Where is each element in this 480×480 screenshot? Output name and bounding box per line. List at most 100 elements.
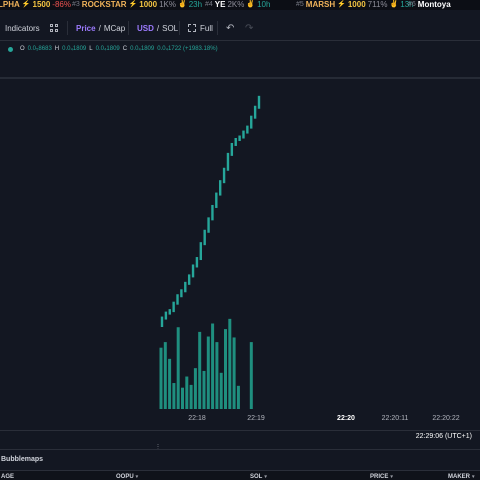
column-header-label: AGE [1,474,15,480]
volume-bar [193,368,197,409]
redo-button[interactable]: ↷ [245,16,253,40]
volume-bar [232,337,236,409]
candle [250,115,253,129]
sol-option[interactable]: SOL [162,24,178,33]
usd-option[interactable]: USD [137,24,154,33]
column-header-label: SOL [250,474,263,480]
trades-table-header: AGE OOPU ▾ SOL ▾ PRICE ▾ MAKER ▾ [0,470,480,480]
ticker-age: 10h [257,0,271,9]
candle [257,95,261,109]
indicators-label: Indicators [5,23,40,33]
candle [164,311,168,320]
candle [207,217,210,233]
chart-toolbar: Indicators Price / MCap USD / SOL Full ↶… [0,16,480,40]
currency-separator: / [156,23,160,33]
ticker-change: 711% [367,0,388,9]
price-option[interactable]: Price [76,24,96,33]
trending-ticker: LPHA ⚡ 1500 -86% #3 ROCKSTAR ⚡ 1000 1K% ✌ 23h #4 YE 2… [0,0,480,10]
volume-bar [176,327,180,409]
candle [215,192,218,208]
indicators-button[interactable]: Indicators [5,16,40,40]
candle [203,229,206,246]
ticker-name: MARSH [305,0,336,9]
candle [219,180,222,196]
ticker-name: ROCKSTAR [81,0,127,9]
sort-caret-icon: ▾ [264,474,267,480]
time-tick-label: 22:19 [247,415,265,422]
hand-icon: ✌ [246,1,256,8]
volume-bar [185,376,189,409]
candle [242,130,245,139]
volume-bar [159,347,163,409]
column-header[interactable]: SOL ▾ [250,474,267,480]
volume-bar [249,342,253,409]
candle [160,316,164,327]
price-chart[interactable] [0,41,480,409]
volume-bar [236,385,240,409]
column-header[interactable]: MAKER ▾ [448,474,475,480]
currency-toggle[interactable]: USD / SOL [137,16,178,40]
ticker-change: -86% [52,0,71,9]
fullscreen-button[interactable]: Full [188,16,213,40]
hand-icon: ✌ [177,1,187,8]
candle [187,274,191,285]
column-header[interactable]: AGE [1,474,14,480]
candle [211,204,214,221]
ticker-rank: #3 [72,1,80,8]
sort-caret-icon: ▾ [135,474,139,480]
layout-grid-button[interactable] [50,16,59,40]
volume-bar [168,358,172,409]
undo-button[interactable]: ↶ [226,16,234,40]
ticker-item[interactable]: #4 YE 2K% ✌ 10h [205,0,270,10]
candle [191,264,195,278]
ticker-rank: #6 [408,1,416,8]
full-label: Full [200,23,213,33]
ticker-change: 1K% [159,0,176,9]
ticker-item[interactable]: LPHA ⚡ 1500 -86% [0,0,71,10]
candle [230,142,234,156]
candle [168,309,171,315]
mcap-option[interactable]: MCap [104,24,125,33]
hand-icon: ✌ [389,1,399,8]
ticker-boost: 1500 [32,0,51,9]
column-header[interactable]: PRICE ▾ [370,474,393,480]
ticker-name: YE [214,0,226,9]
ticker-change: 2K% [227,0,245,9]
column-header-label: OOPU [116,474,134,480]
candle [172,301,175,313]
clock-bar: 22:29:06 (UTC+1) [0,430,480,444]
expand-icon [188,24,196,32]
sort-caret-icon: ▾ [472,474,475,480]
ticker-rank: #5 [296,1,304,8]
price-mcap-separator: / [98,23,101,33]
ticker-name: Montoya [417,0,451,9]
bubblemaps-tab[interactable]: Bubblemaps [0,449,480,470]
time-tick-label: 22:18 [188,415,206,422]
ticker-name: LPHA [0,0,20,9]
ticker-boost: 1000 [347,0,366,9]
bubblemaps-label: Bubblemaps [1,456,44,463]
bolt-icon: ⚡ [21,1,31,8]
price-mcap-toggle[interactable]: Price / MCap [76,16,125,40]
time-axis[interactable]: 22:18 22:19 22:20 22:20:11 22:20:22 [0,408,480,430]
ticker-item[interactable]: #5 MARSH ⚡ 1000 711% ✌ 13h [296,0,414,10]
bolt-icon: ⚡ [337,1,346,8]
volume-bar [215,342,219,409]
volume-bar [189,384,193,409]
volume-bar [228,318,232,409]
volume-bar [172,383,176,409]
time-tick-label: 22:20:22 [432,415,460,422]
column-header[interactable]: OOPU ▾ [116,474,138,480]
ticker-item[interactable]: #3 ROCKSTAR ⚡ 1000 1K% ✌ 23h [72,0,202,10]
bolt-icon: ⚡ [128,1,138,8]
candle [222,167,226,184]
candle [253,105,257,119]
column-header-label: PRICE [370,474,389,480]
ticker-item[interactable]: #6 Montoya [408,0,451,10]
candle [195,257,199,268]
volume-bar [163,342,167,409]
sort-caret-icon: ▾ [390,474,393,480]
grid-icon [50,23,59,33]
volume-bar [219,372,223,409]
time-tick-label: 22:20:11 [381,415,409,422]
